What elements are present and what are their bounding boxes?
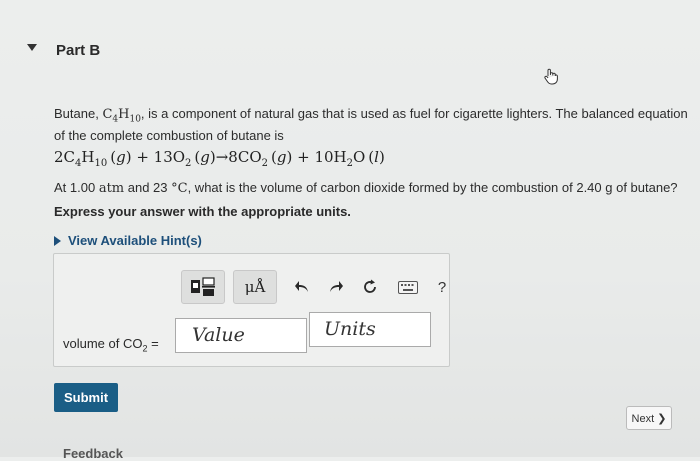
units-input[interactable]: Units: [309, 312, 431, 347]
answer-toolbar: μÅ ?: [181, 270, 459, 304]
express-instruction: Express your answer with the appropriate…: [54, 204, 351, 219]
collapse-caret-icon[interactable]: [27, 44, 37, 51]
template-button[interactable]: [181, 270, 225, 304]
value-placeholder: Value: [192, 324, 245, 346]
value-input[interactable]: Value: [175, 318, 307, 353]
view-hints-link[interactable]: View Available Hint(s): [54, 233, 202, 248]
problem-intro: Butane, C4H10, is a component of natural…: [54, 106, 688, 143]
redo-icon[interactable]: [325, 276, 347, 298]
hand-cursor-icon: [544, 68, 558, 85]
units-placeholder: Units: [324, 318, 376, 340]
next-button[interactable]: Next ❯: [626, 406, 672, 430]
part-title: Part B: [56, 42, 101, 59]
reset-icon[interactable]: [359, 276, 381, 298]
help-icon[interactable]: ?: [431, 276, 453, 298]
balanced-equation: 2C4H10 (g) + 13O2 (g)→8CO2 (g) + 10H2O (…: [54, 148, 385, 169]
units-button[interactable]: μÅ: [233, 270, 277, 304]
keyboard-icon[interactable]: [397, 276, 419, 298]
hint-label: View Available Hint(s): [68, 233, 202, 248]
submit-button[interactable]: Submit: [54, 383, 118, 412]
units-symbol: μÅ: [244, 278, 266, 296]
template-icon: [191, 277, 215, 296]
question-text: At 1.00 atm and 23 °C, what is the volum…: [54, 180, 678, 196]
undo-icon[interactable]: [291, 276, 313, 298]
feedback-link[interactable]: Feedback: [63, 446, 123, 461]
expand-triangle-icon: [54, 235, 61, 246]
answer-variable-label: volume of CO2 =: [63, 336, 159, 354]
